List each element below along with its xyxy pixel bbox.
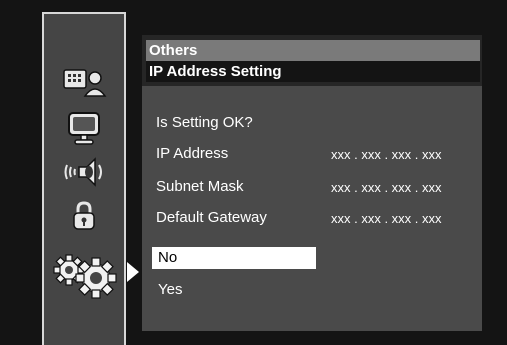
default-gateway-label: Default Gateway [156,209,267,226]
subnet-mask-value: xxx . xxx . xxx . xxx [331,180,442,195]
default-gateway-value: xxx . xxx . xxx . xxx [331,211,442,226]
subnet-mask-label: Subnet Mask [156,178,244,195]
gears-icon[interactable] [44,250,124,302]
confirm-question: Is Setting OK? [156,114,253,131]
ip-address-label: IP Address [156,145,229,162]
ip-address-value: xxx . xxx . xxx . xxx [331,147,442,162]
setup-screen: Others IP Address Setting Is Setting OK?… [0,0,507,345]
display-settings-icon[interactable] [44,62,124,102]
monitor-icon[interactable] [44,108,124,148]
sidebar-menu [42,12,126,345]
option-no[interactable]: No [152,247,316,269]
section-title: Others [146,40,480,61]
audio-speaker-icon[interactable] [44,152,124,192]
page-title: IP Address Setting [146,61,480,82]
option-yes[interactable]: Yes [158,279,182,301]
lock-icon[interactable] [44,196,124,236]
selection-arrow-icon [127,262,139,282]
